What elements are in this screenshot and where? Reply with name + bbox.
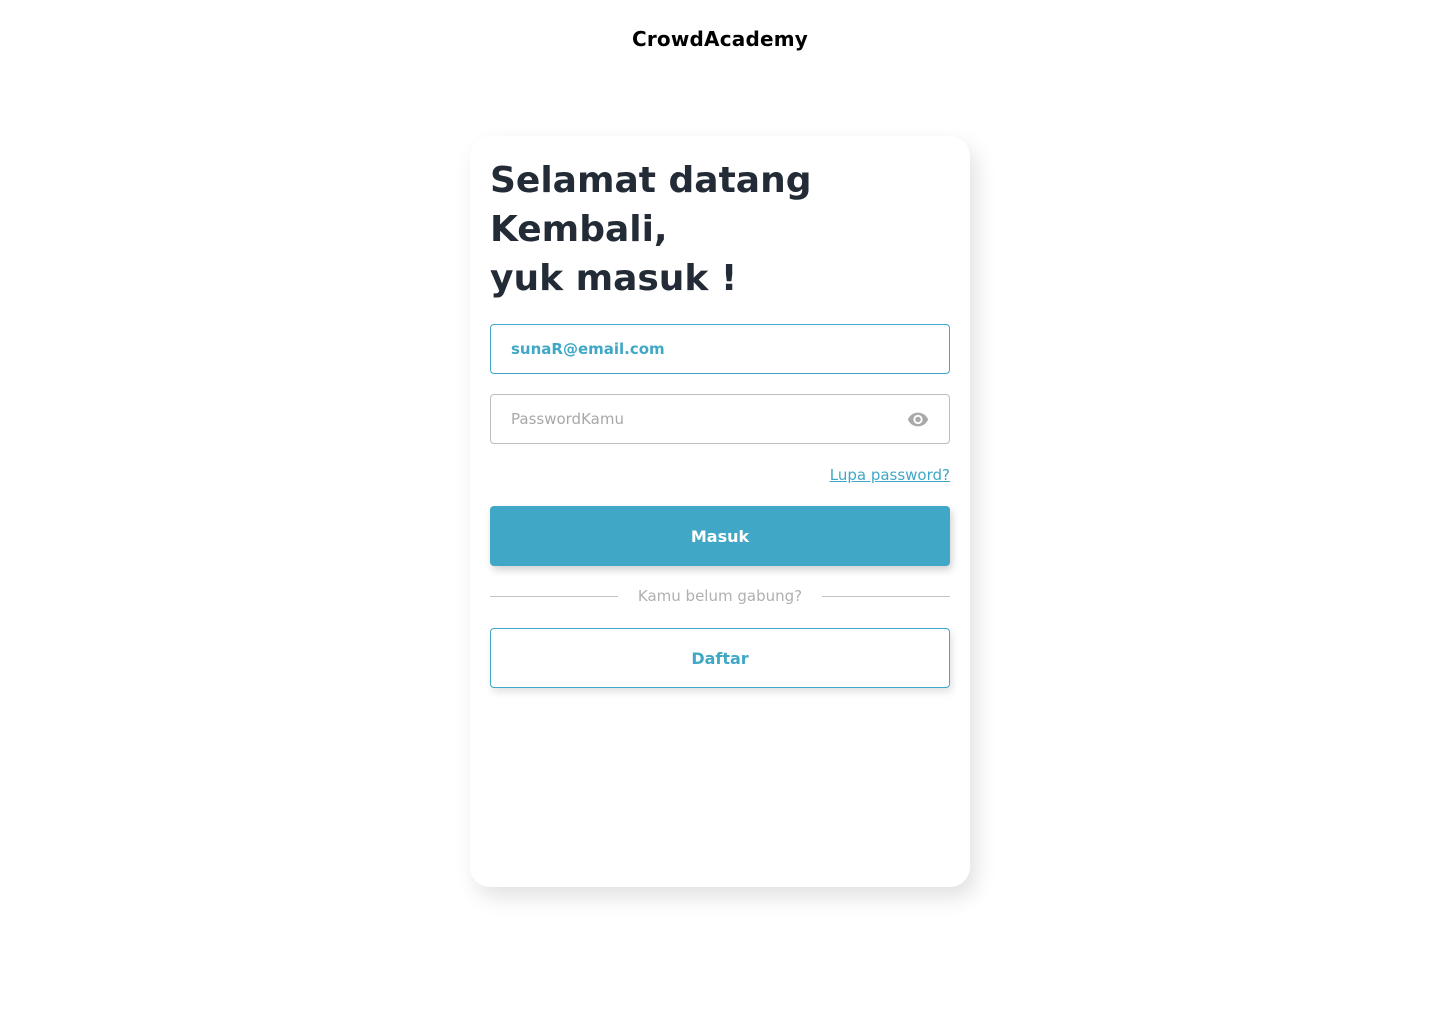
divider-text: Kamu belum gabung? [637,587,803,605]
divider-line-right [822,595,950,597]
eye-icon[interactable] [907,408,929,430]
login-heading: Selamat datang Kembali, yuk masuk ! [490,156,930,303]
email-field[interactable]: sunaR@email.com [490,324,950,374]
login-button[interactable]: Masuk [490,506,950,566]
heading-line-3: yuk masuk ! [490,258,738,299]
password-field[interactable]: PasswordKamu [490,394,950,444]
register-button[interactable]: Daftar [490,628,950,688]
divider-line-left [490,595,618,597]
password-placeholder[interactable]: PasswordKamu [511,410,907,428]
register-divider: Kamu belum gabung? [490,584,950,608]
heading-line-2: Kembali, [490,209,668,250]
email-value[interactable]: sunaR@email.com [511,340,929,358]
forgot-password-link[interactable]: Lupa password? [830,464,950,486]
heading-line-1: Selamat datang [490,160,812,201]
brand-logo-text: CrowdAcademy [631,27,809,51]
login-card: Selamat datang Kembali, yuk masuk ! suna… [470,136,970,887]
